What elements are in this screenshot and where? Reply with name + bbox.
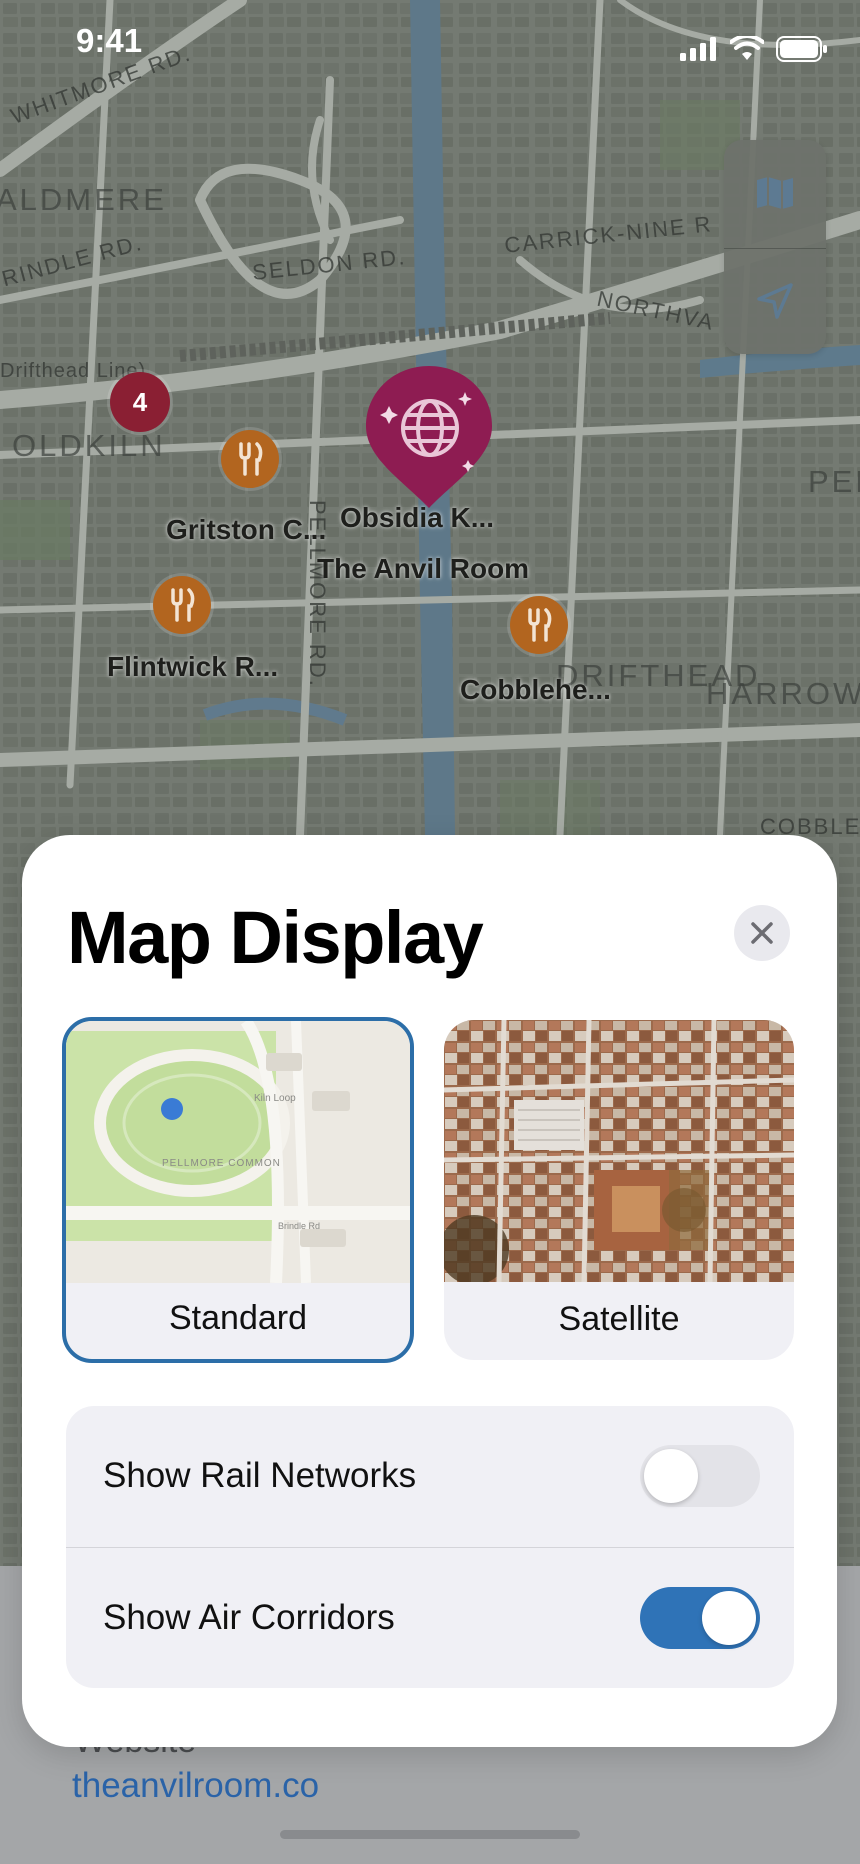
close-icon <box>751 922 773 944</box>
display-toggles: Show Rail Networks Show Air Corridors <box>66 1406 794 1688</box>
poi-cluster[interactable]: 4 <box>110 372 170 432</box>
website-link[interactable]: theanvilroom.co <box>72 1766 319 1806</box>
home-indicator <box>280 1830 580 1839</box>
location-arrow-icon <box>757 283 793 319</box>
preview-road-label: Brindle Rd <box>278 1221 320 1231</box>
preview-park-label: PELLMORE COMMON <box>162 1158 281 1169</box>
map-controls <box>724 140 826 354</box>
restaurant-pin[interactable] <box>153 576 211 634</box>
cellular-signal-icon <box>680 37 716 61</box>
poi-label[interactable]: Gritston C... <box>166 514 326 546</box>
preview-road-label: Kiln Loop <box>254 1093 296 1104</box>
satellite-map-preview <box>444 1020 794 1282</box>
poi-label[interactable]: Flintwick R... <box>107 651 278 683</box>
poi-label[interactable]: Obsidia K... <box>340 502 494 534</box>
fork-knife-icon <box>171 588 195 622</box>
poi-label[interactable]: The Anvil Room <box>317 553 529 585</box>
fork-knife-icon <box>239 442 263 476</box>
map-label-district: HARROW <box>706 676 860 711</box>
map-label-district: PEL <box>808 464 860 499</box>
restaurant-pin[interactable] <box>221 430 279 488</box>
battery-icon <box>776 36 827 62</box>
map-display-modal: Map Display Kiln Loop PELLMORE COMMON Br… <box>22 835 837 1747</box>
fork-knife-icon <box>528 608 552 642</box>
map-label-district: ALDMERE <box>0 182 167 217</box>
toggle-knob <box>644 1449 698 1503</box>
map-label-district: OLDKILN <box>12 428 166 463</box>
map-mode-button[interactable] <box>724 140 826 246</box>
status-icons <box>680 36 828 62</box>
rail-networks-toggle[interactable] <box>640 1445 760 1507</box>
toggle-label: Show Air Corridors <box>103 1598 395 1637</box>
wifi-icon <box>730 36 764 60</box>
locate-me-button[interactable] <box>724 248 826 354</box>
poi-label[interactable]: Cobblehe... <box>460 674 611 706</box>
toggle-label: Show Rail Networks <box>103 1456 417 1495</box>
map-type-standard[interactable]: Kiln Loop PELLMORE COMMON Brindle Rd Sta… <box>62 1017 414 1363</box>
map-type-satellite[interactable]: Satellite <box>444 1020 794 1360</box>
toggle-row-air: Show Air Corridors <box>66 1548 794 1688</box>
map-type-label: Standard <box>169 1298 307 1337</box>
restaurant-pin[interactable] <box>510 596 568 654</box>
toggle-knob <box>702 1591 756 1645</box>
status-time: 9:41 <box>76 22 143 59</box>
map-icon <box>757 177 793 209</box>
toggle-row-rail: Show Rail Networks <box>66 1406 794 1546</box>
close-button[interactable] <box>734 905 790 961</box>
map-type-label: Satellite <box>558 1299 680 1338</box>
standard-map-preview: Kiln Loop PELLMORE COMMON Brindle Rd <box>66 1021 410 1283</box>
featured-place-pin[interactable] <box>362 362 496 512</box>
modal-title: Map Display <box>67 896 484 979</box>
air-corridors-toggle[interactable] <box>640 1587 760 1649</box>
